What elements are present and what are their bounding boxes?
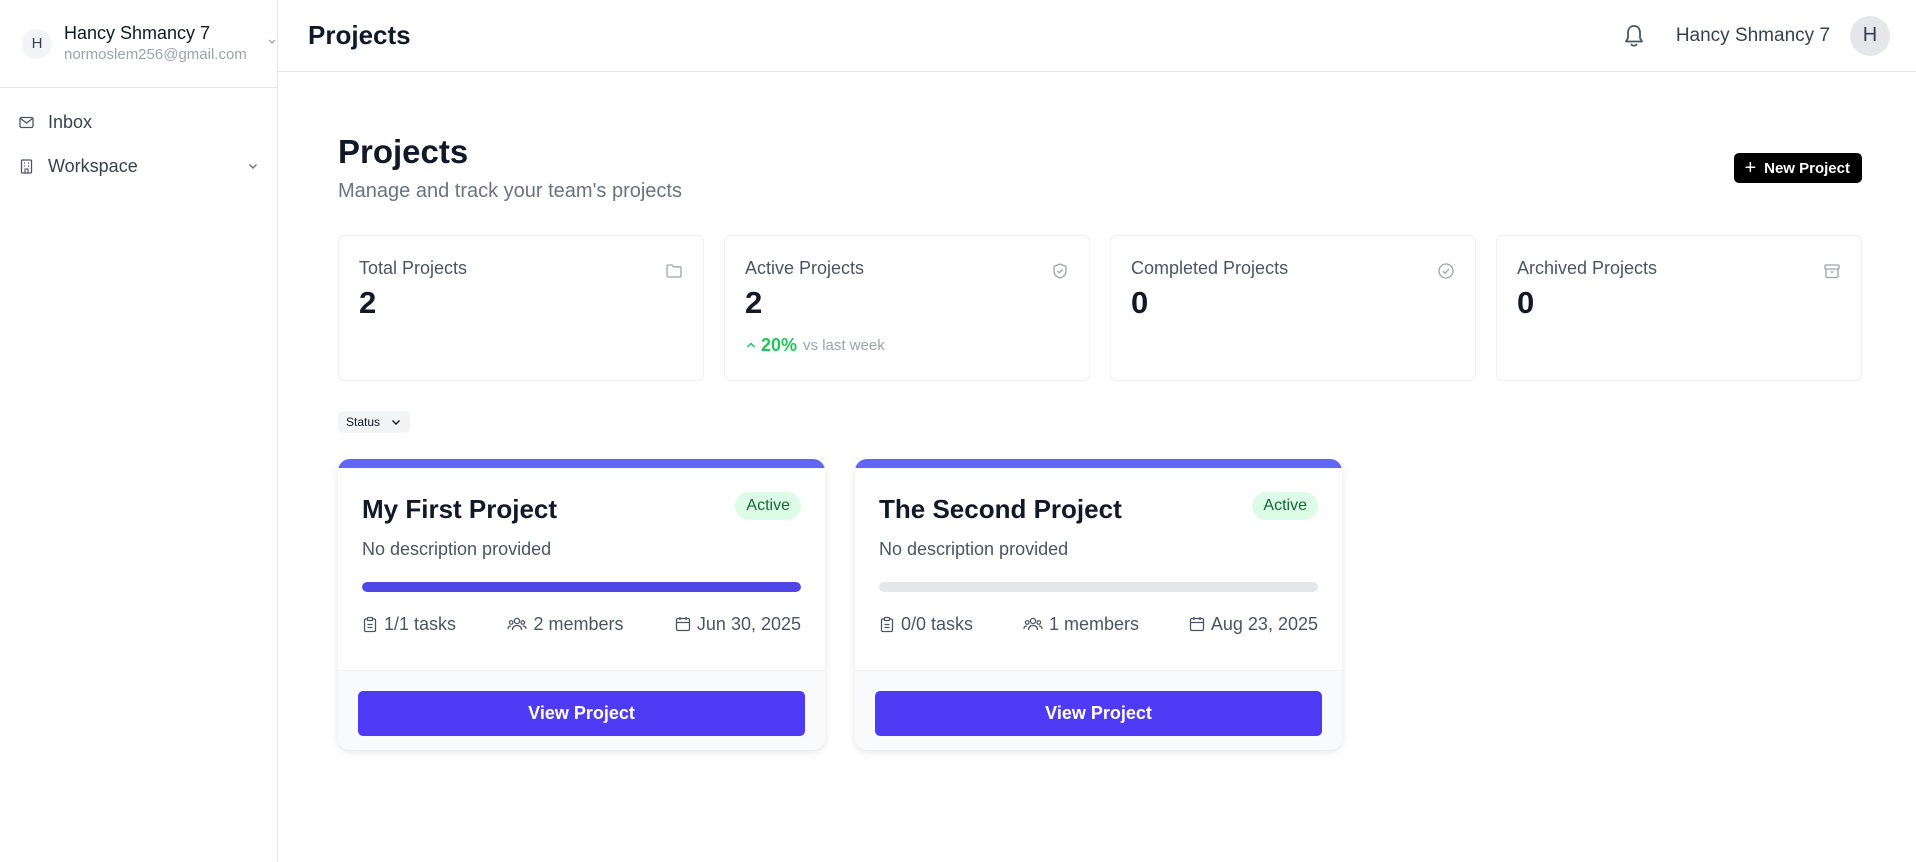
member-count: 2 members (507, 613, 624, 635)
chevron-down-icon[interactable] (247, 160, 259, 172)
trend-indicator: 20% vs last week (745, 335, 1069, 356)
status-badge: Active (735, 491, 801, 520)
sidebar-item-label: Inbox (48, 111, 93, 132)
project-card: The Second Project Active No description… (855, 458, 1342, 750)
card-accent-bar (855, 458, 1342, 468)
page-subtitle: Manage and track your team's projects (338, 179, 682, 202)
trend-text: vs last week (803, 336, 885, 354)
status-filter[interactable]: Status (338, 410, 411, 433)
view-project-button[interactable]: View Project (875, 690, 1322, 736)
task-count-text: 1/1 tasks (384, 613, 457, 634)
trend-percent: 20% (761, 334, 798, 355)
archive-icon (1824, 263, 1840, 278)
project-meta: 0/0 tasks 1 members Aug 23, 2025 (879, 614, 1318, 635)
task-count-text: 0/0 tasks (901, 613, 974, 634)
new-project-button[interactable]: + New Project (1734, 153, 1862, 183)
project-description: No description provided (879, 538, 1069, 559)
stat-label: Completed Projects (1131, 257, 1289, 278)
sidebar-item-workspace[interactable]: Workspace (0, 144, 277, 188)
calendar-icon (675, 617, 691, 632)
stat-label: Total Projects (359, 257, 468, 278)
project-list: My First Project Active No description p… (338, 458, 1862, 750)
page-header: Projects Manage and track your team's pr… (338, 132, 1862, 203)
sidebar-item-inbox[interactable]: Inbox (0, 100, 277, 144)
chevron-up-icon (746, 342, 756, 348)
folder-icon (666, 263, 682, 278)
stat-value: 0 (1517, 284, 1535, 320)
users-icon (507, 617, 528, 631)
card-accent-bar (338, 458, 825, 468)
new-project-label: New Project (1764, 159, 1850, 177)
stat-value: 0 (1131, 284, 1149, 320)
member-count-text: 1 members (1048, 613, 1139, 634)
topbar-user-area: Hancy Shmancy 7 H (1620, 15, 1890, 56)
main-area: Projects Hancy Shmancy 7 H Projects Mana… (278, 0, 1916, 862)
stat-card-completed: Completed Projects 0 (1110, 234, 1476, 381)
project-description: No description provided (362, 538, 552, 559)
project-title: My First Project (362, 493, 558, 524)
view-project-button[interactable]: View Project (358, 690, 805, 736)
progress-bar (879, 581, 1318, 592)
avatar: H (22, 28, 52, 59)
account-info: Hancy Shmancy 7 normoslem256@gmail.com (64, 23, 247, 65)
sidebar-nav: Inbox Workspace (0, 88, 277, 188)
sidebar-item-label: Workspace (48, 155, 138, 176)
project-title: The Second Project (879, 493, 1122, 524)
check-circle-icon (1438, 262, 1454, 279)
account-name: Hancy Shmancy 7 (64, 22, 211, 43)
mail-icon (18, 114, 34, 130)
stat-label: Active Projects (745, 257, 865, 278)
due-date: Jun 30, 2025 (675, 614, 801, 635)
clipboard-icon (880, 616, 894, 632)
project-meta: 1/1 tasks 2 members Jun 30, 2025 (362, 614, 801, 635)
plus-icon: + (1744, 157, 1757, 179)
progress-fill (362, 581, 801, 592)
member-count: 1 members (1023, 614, 1139, 635)
member-count-text: 2 members (533, 613, 624, 634)
clipboard-icon (363, 616, 377, 632)
user-name[interactable]: Hancy Shmancy 7 (1676, 25, 1830, 47)
project-card: My First Project Active No description p… (338, 458, 825, 750)
calendar-icon (1189, 617, 1205, 632)
stat-value: 2 (359, 284, 377, 320)
stat-value: 2 (745, 284, 763, 320)
topbar-title: Projects (308, 20, 411, 50)
task-count: 1/1 tasks (362, 614, 456, 635)
task-count: 0/0 tasks (879, 614, 973, 635)
bell-icon[interactable] (1620, 22, 1648, 50)
due-date: Aug 23, 2025 (1189, 614, 1318, 635)
stat-label: Archived Projects (1517, 257, 1658, 278)
due-date-text: Aug 23, 2025 (1210, 613, 1318, 634)
shield-check-icon (1053, 262, 1067, 279)
users-icon (1023, 617, 1043, 631)
due-date-text: Jun 30, 2025 (696, 613, 802, 634)
progress-bar (362, 581, 801, 592)
sidebar: H Hancy Shmancy 7 normoslem256@gmail.com… (0, 0, 278, 862)
content: Projects Manage and track your team's pr… (278, 72, 1916, 750)
stat-card-archived: Archived Projects 0 (1496, 234, 1862, 381)
chevron-down-icon (392, 419, 401, 425)
chevron-down-icon (268, 39, 276, 44)
account-email: normoslem256@gmail.com (64, 46, 247, 64)
status-badge: Active (1252, 491, 1318, 520)
topbar: Projects Hancy Shmancy 7 H (278, 0, 1916, 72)
user-avatar[interactable]: H (1850, 15, 1890, 56)
page-title: Projects (338, 133, 469, 170)
status-filter-label: Status (346, 414, 381, 429)
stats-row: Total Projects 2 Active Projects 2 20% v… (338, 234, 1862, 381)
stat-card-total: Total Projects 2 (338, 234, 704, 381)
stat-card-active: Active Projects 2 20% vs last week (724, 234, 1090, 381)
building-icon (18, 158, 34, 174)
account-switcher[interactable]: H Hancy Shmancy 7 normoslem256@gmail.com (0, 0, 277, 88)
